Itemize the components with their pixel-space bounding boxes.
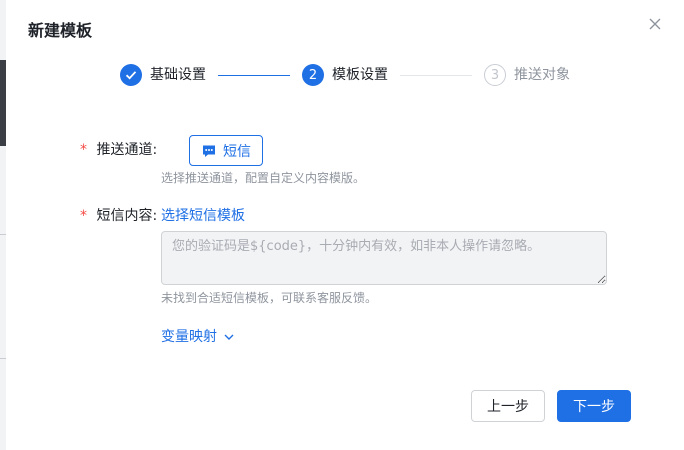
step-3-number: 3 xyxy=(484,64,506,86)
step-3-label: 推送对象 xyxy=(514,67,570,83)
step-connector-2 xyxy=(400,75,472,76)
previous-step-button[interactable]: 上一步 xyxy=(471,390,545,422)
sms-channel-button[interactable]: 短信 xyxy=(189,135,263,166)
sms-channel-label: 短信 xyxy=(223,143,251,160)
step-1-check-icon xyxy=(120,64,142,86)
required-mark: * xyxy=(80,208,87,224)
channel-field-label: * 推送通道: xyxy=(80,140,157,160)
select-sms-template-link[interactable]: 选择短信模板 xyxy=(161,206,245,226)
channel-hint: 选择推送通道，配置自定义内容模版。 xyxy=(161,171,366,185)
step-2-number: 2 xyxy=(302,64,324,86)
chevron-down-icon xyxy=(224,334,234,340)
content-hint: 未找到合适短信模板，可联系客服反馈。 xyxy=(161,291,378,305)
required-mark: * xyxy=(80,142,87,158)
channel-label-text: 推送通道: xyxy=(96,142,158,158)
content-field-label: * 短信内容: xyxy=(80,206,157,226)
next-step-button[interactable]: 下一步 xyxy=(557,390,631,422)
step-2-label: 模板设置 xyxy=(332,67,388,83)
step-connector-1 xyxy=(218,75,290,76)
message-icon xyxy=(203,145,215,157)
variable-mapping-label: 变量映射 xyxy=(161,329,217,345)
sms-content-textarea[interactable] xyxy=(161,231,607,285)
create-template-modal: 新建模板 基础设置 2 模板设置 3 推送对象 * 推送通道: 短信 选择推送通… xyxy=(6,0,684,450)
content-label-text: 短信内容: xyxy=(96,208,158,224)
steps-bar: 基础设置 2 模板设置 3 推送对象 xyxy=(6,0,684,100)
step-1-label: 基础设置 xyxy=(150,67,206,83)
variable-mapping-toggle[interactable]: 变量映射 xyxy=(161,327,235,347)
